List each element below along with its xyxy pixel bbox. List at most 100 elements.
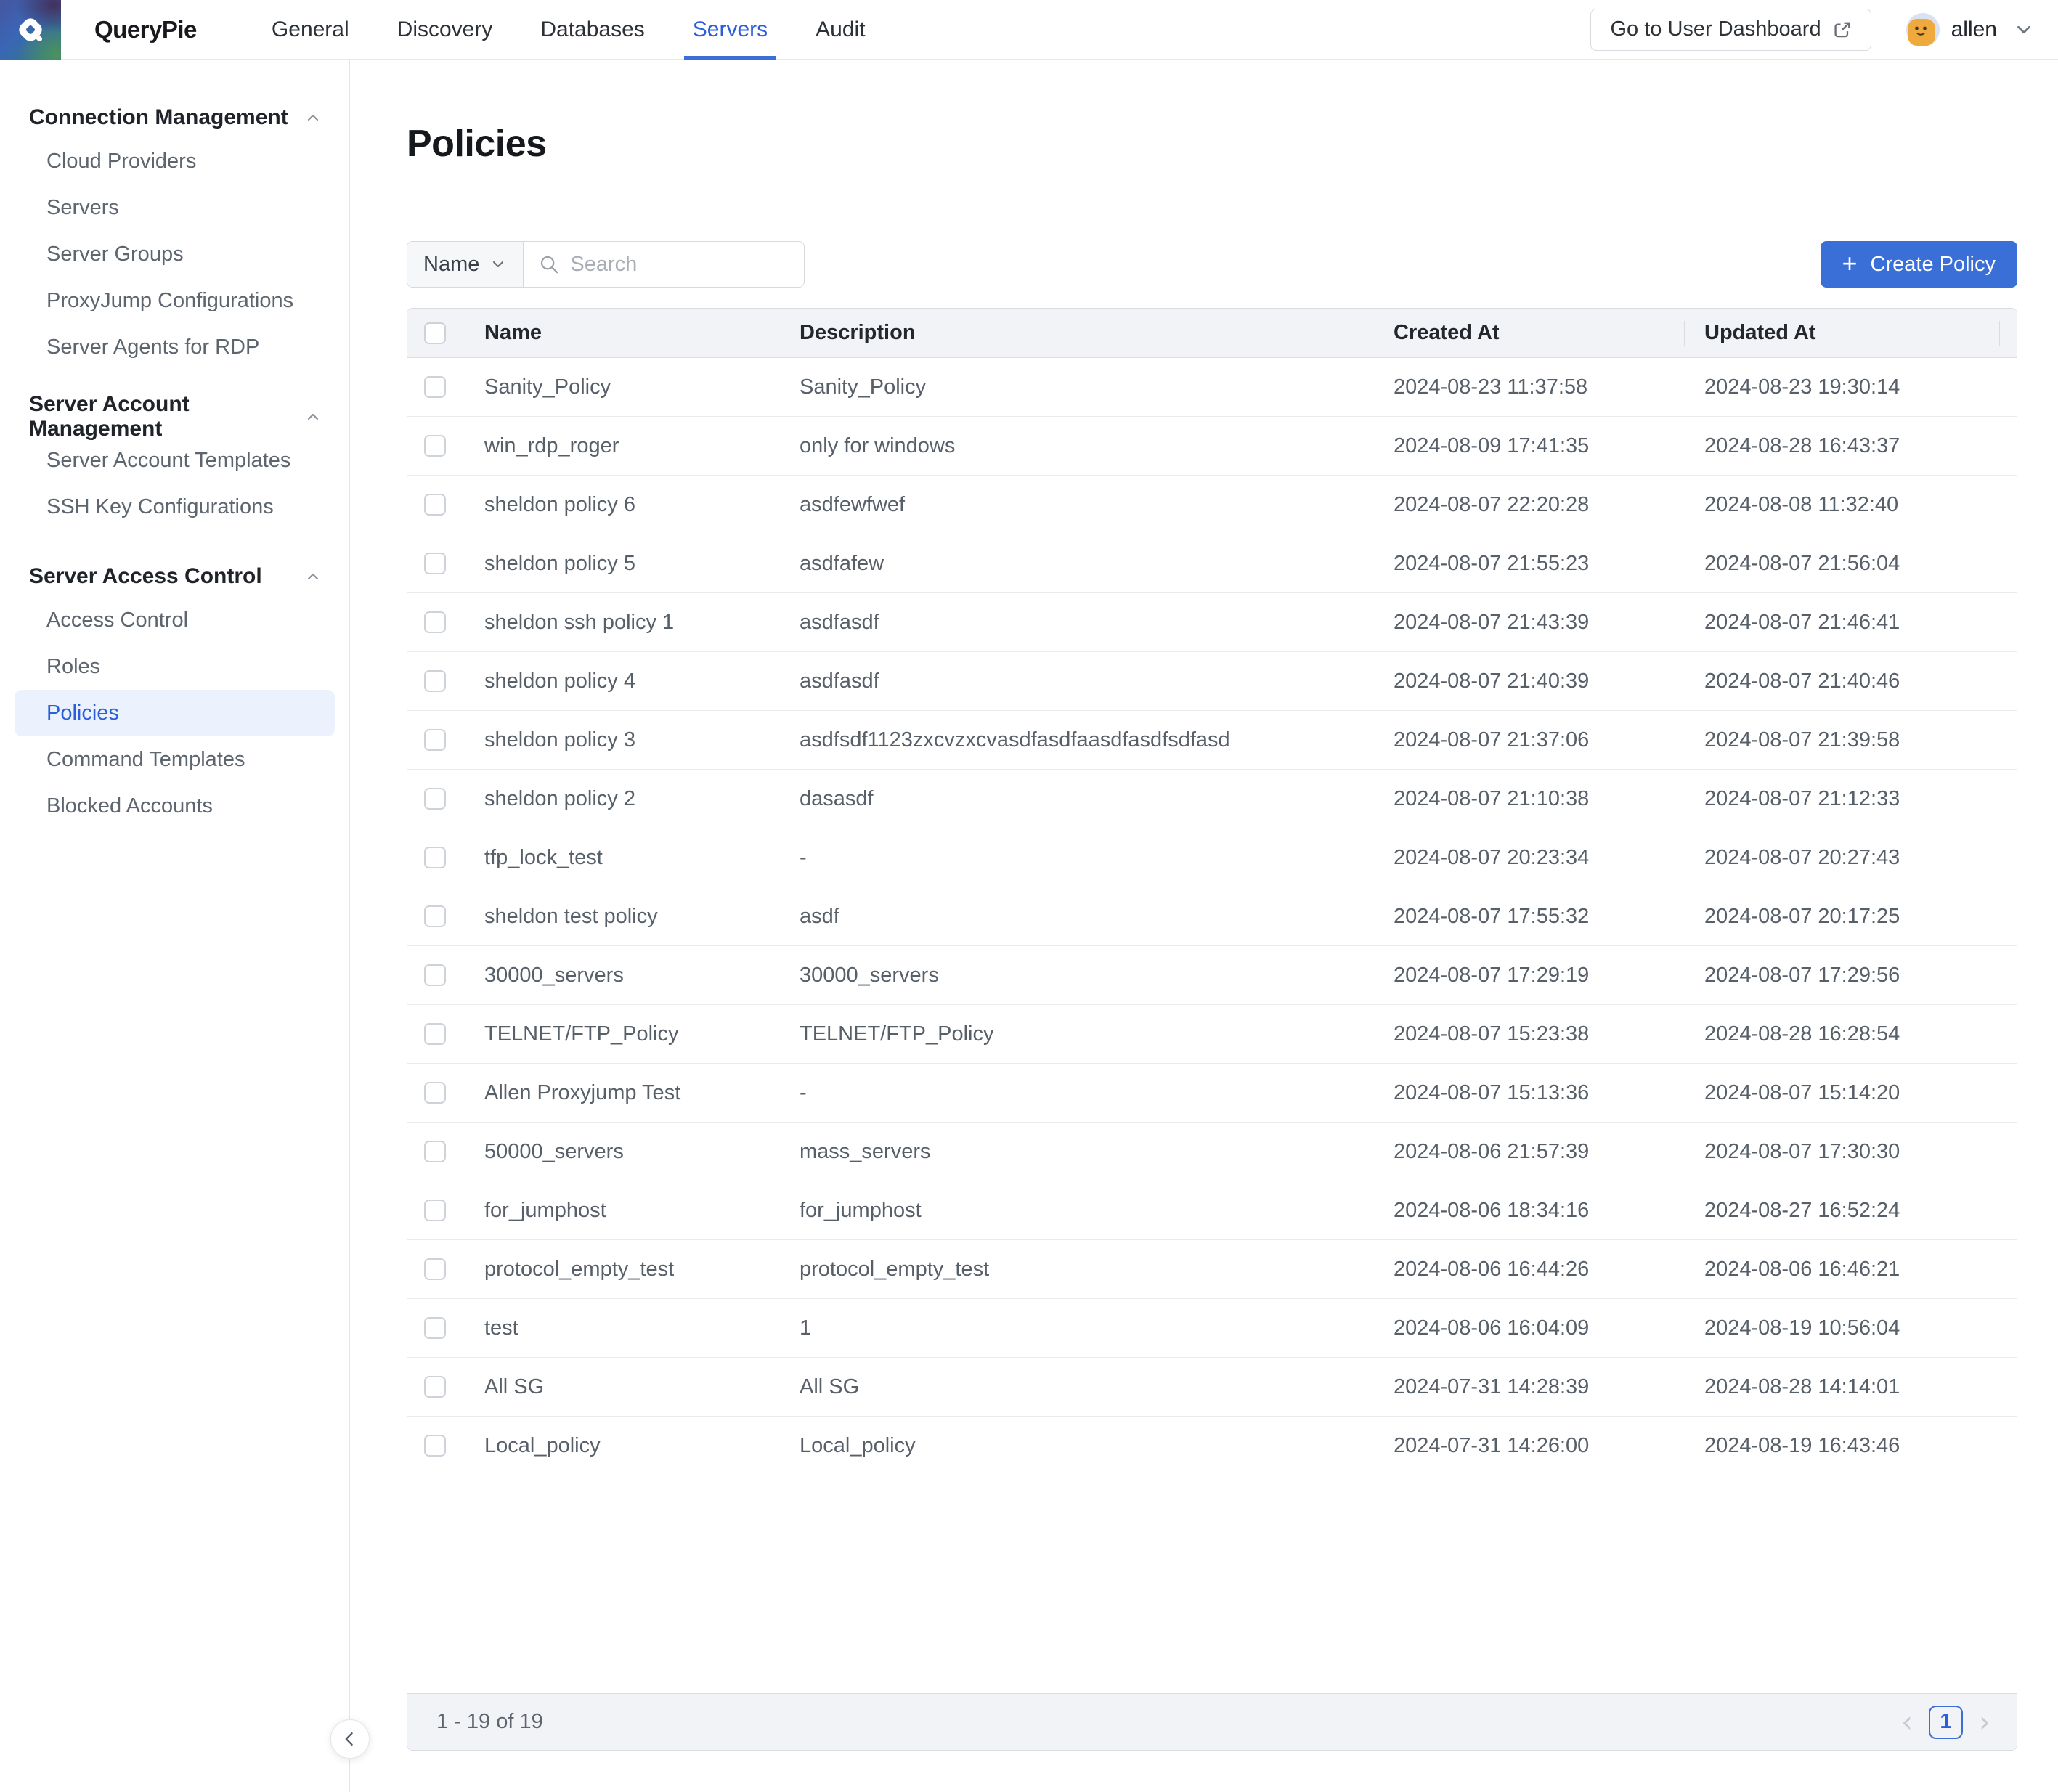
row-spacer [1999, 1358, 2017, 1416]
sidebar-item-policies[interactable]: Policies [15, 690, 335, 736]
username[interactable]: allen [1951, 17, 1997, 42]
cell-created-at: 2024-08-07 17:29:19 [1372, 964, 1684, 987]
cell-updated-at: 2024-08-27 16:52:24 [1684, 1199, 1999, 1223]
table-row[interactable]: for_jumphostfor_jumphost2024-08-06 18:34… [407, 1181, 2017, 1240]
row-checkbox[interactable] [424, 788, 446, 810]
sidebar-section-header-connection-management[interactable]: Connection Management [0, 97, 349, 138]
row-checkbox[interactable] [424, 1435, 446, 1457]
cell-updated-at: 2024-08-19 10:56:04 [1684, 1316, 1999, 1340]
select-all-checkbox[interactable] [424, 322, 446, 344]
sidebar-item-server-account-templates[interactable]: Server Account Templates [15, 437, 335, 484]
create-policy-label: Create Policy [1871, 253, 1996, 277]
table-row[interactable]: TELNET/FTP_PolicyTELNET/FTP_Policy2024-0… [407, 1005, 2017, 1064]
nav-tab-audit[interactable]: Audit [816, 0, 865, 60]
search-input[interactable] [570, 253, 789, 277]
cell-description: Local_policy [778, 1434, 1372, 1458]
table-row[interactable]: 50000_serversmass_servers2024-08-06 21:5… [407, 1123, 2017, 1181]
table-row[interactable]: win_rdp_rogeronly for windows2024-08-09 … [407, 417, 2017, 476]
cell-created-at: 2024-08-07 21:10:38 [1372, 787, 1684, 811]
table-row[interactable]: sheldon test policyasdf2024-08-07 17:55:… [407, 887, 2017, 946]
row-checkbox[interactable] [424, 1258, 446, 1280]
sidebar: Connection ManagementCloud ProvidersServ… [0, 60, 350, 1792]
table-row[interactable]: Sanity_PolicySanity_Policy2024-08-23 11:… [407, 358, 2017, 417]
avatar[interactable] [1906, 13, 1940, 46]
table-row[interactable]: sheldon policy 2dasasdf2024-08-07 21:10:… [407, 770, 2017, 828]
sidebar-item-servers[interactable]: Servers [15, 184, 335, 231]
sidebar-item-access-control[interactable]: Access Control [15, 597, 335, 643]
header-spacer [1999, 309, 2017, 358]
cell-created-at: 2024-08-07 21:43:39 [1372, 611, 1684, 635]
cell-created-at: 2024-08-07 21:55:23 [1372, 552, 1684, 576]
cell-created-at: 2024-08-07 15:23:38 [1372, 1022, 1684, 1046]
cell-created-at: 2024-07-31 14:28:39 [1372, 1375, 1684, 1399]
row-spacer [1999, 358, 2017, 416]
sidebar-item-proxyjump-configurations[interactable]: ProxyJump Configurations [15, 277, 335, 324]
row-checkbox[interactable] [424, 553, 446, 574]
sidebar-item-server-groups[interactable]: Server Groups [15, 231, 335, 277]
row-checkbox[interactable] [424, 670, 446, 692]
nav-tab-databases[interactable]: Databases [540, 0, 644, 60]
row-checkbox[interactable] [424, 1082, 446, 1104]
row-checkbox[interactable] [424, 729, 446, 751]
row-checkbox[interactable] [424, 376, 446, 398]
table-row[interactable]: tfp_lock_test-2024-08-07 20:23:342024-08… [407, 828, 2017, 887]
nav-tab-discovery[interactable]: Discovery [397, 0, 493, 60]
nav-tab-general[interactable]: General [272, 0, 349, 60]
row-checkbox[interactable] [424, 435, 446, 457]
row-checkbox[interactable] [424, 494, 446, 516]
policies-table: NameDescriptionCreated AtUpdated At Sani… [407, 308, 2017, 1751]
table-row[interactable]: Local_policyLocal_policy2024-07-31 14:26… [407, 1417, 2017, 1475]
sidebar-item-server-agents-for-rdp[interactable]: Server Agents for RDP [15, 324, 335, 370]
table-row[interactable]: sheldon ssh policy 1asdfasdf2024-08-07 2… [407, 593, 2017, 652]
row-checkbox[interactable] [424, 847, 446, 868]
row-checkbox[interactable] [424, 1376, 446, 1398]
nav-tab-servers[interactable]: Servers [693, 0, 768, 60]
table-row[interactable]: 30000_servers30000_servers2024-08-07 17:… [407, 946, 2017, 1005]
table-row[interactable]: sheldon policy 5asdfafew2024-08-07 21:55… [407, 534, 2017, 593]
table-row[interactable]: sheldon policy 3asdfsdf1123zxcvzxcvasdfa… [407, 711, 2017, 770]
querypie-logo-icon [12, 12, 49, 48]
row-spacer [1999, 593, 2017, 651]
row-checkbox[interactable] [424, 1023, 446, 1045]
controls-row: Name + Create Policy [407, 241, 2017, 288]
row-checkbox[interactable] [424, 905, 446, 927]
sidebar-item-blocked-accounts[interactable]: Blocked Accounts [15, 783, 335, 829]
table-row[interactable]: protocol_empty_testprotocol_empty_test20… [407, 1240, 2017, 1299]
cell-updated-at: 2024-08-07 21:40:46 [1684, 669, 1999, 693]
row-checkbox[interactable] [424, 611, 446, 633]
row-spacer [1999, 652, 2017, 710]
pagination-prev-icon[interactable]: ‹ [1901, 1708, 1913, 1737]
querypie-logo[interactable] [0, 0, 61, 60]
go-to-user-dashboard-button[interactable]: Go to User Dashboard [1590, 9, 1871, 51]
row-checkbox[interactable] [424, 964, 446, 986]
row-checkbox[interactable] [424, 1200, 446, 1221]
pagination-next-icon[interactable]: › [1979, 1708, 1990, 1737]
main-content: Policies Name [350, 60, 2058, 1792]
cell-updated-at: 2024-08-07 20:27:43 [1684, 846, 1999, 870]
sidebar-collapse-button[interactable] [330, 1719, 370, 1759]
table-row[interactable]: Allen Proxyjump Test-2024-08-07 15:13:36… [407, 1064, 2017, 1123]
table-row[interactable]: All SGAll SG2024-07-31 14:28:392024-08-2… [407, 1358, 2017, 1417]
sidebar-item-command-templates[interactable]: Command Templates [15, 736, 335, 783]
user-menu-chevron-down-icon[interactable] [2013, 19, 2035, 41]
row-checkbox[interactable] [424, 1141, 446, 1162]
cell-updated-at: 2024-08-07 21:46:41 [1684, 611, 1999, 635]
sidebar-item-cloud-providers[interactable]: Cloud Providers [15, 138, 335, 184]
cell-description: protocol_empty_test [778, 1258, 1372, 1282]
table-row[interactable]: sheldon policy 4asdfasdf2024-08-07 21:40… [407, 652, 2017, 711]
cell-description: mass_servers [778, 1140, 1372, 1164]
table-row[interactable]: sheldon policy 6asdfewfwef2024-08-07 22:… [407, 476, 2017, 534]
pagination-page-current[interactable]: 1 [1929, 1706, 1963, 1739]
sidebar-item-roles[interactable]: Roles [15, 643, 335, 690]
sidebar-section-header-server-access-control[interactable]: Server Access Control [0, 556, 349, 597]
sidebar-section-server-account-management: Server Account ManagementServer Account … [0, 396, 349, 530]
sidebar-item-ssh-key-configurations[interactable]: SSH Key Configurations [15, 484, 335, 530]
filter-field-dropdown[interactable]: Name [407, 242, 524, 287]
cell-updated-at: 2024-08-19 16:43:46 [1684, 1434, 1999, 1458]
sidebar-section-header-server-account-management[interactable]: Server Account Management [0, 396, 349, 437]
create-policy-button[interactable]: + Create Policy [1821, 241, 2018, 288]
row-checkbox[interactable] [424, 1317, 446, 1339]
table-row[interactable]: test12024-08-06 16:04:092024-08-19 10:56… [407, 1299, 2017, 1358]
cell-created-at: 2024-08-07 17:55:32 [1372, 905, 1684, 929]
cell-updated-at: 2024-08-07 17:30:30 [1684, 1140, 1999, 1164]
